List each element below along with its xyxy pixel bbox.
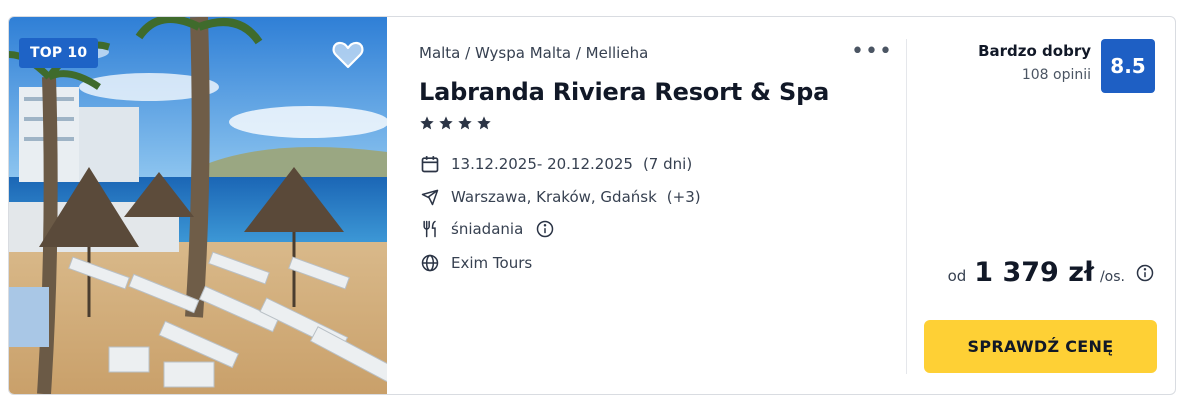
vertical-divider: [906, 39, 907, 374]
operator-row: Exim Tours: [419, 252, 532, 274]
price-amount: 1 379 zł: [974, 257, 1094, 288]
duration-text: (7 dni): [642, 155, 693, 173]
top-10-badge: TOP 10: [19, 38, 99, 68]
star-icon: [477, 116, 491, 130]
hotel-stars: [419, 115, 492, 131]
offer-card: TOP 10 Malta / Wyspa Malta / Mellieha ••…: [8, 16, 1176, 395]
departures-row: Warszawa, Kraków, Gdańsk (+3): [419, 186, 701, 208]
board-info-icon[interactable]: [535, 219, 555, 239]
departures-more[interactable]: (+3): [667, 188, 701, 206]
star-icon: [458, 116, 472, 130]
star-icon: [439, 116, 453, 130]
hotel-photo[interactable]: TOP 10: [9, 17, 387, 394]
dates-row: 13.12.2025- 20.12.2025 (7 dni): [419, 153, 692, 175]
offer-info: Malta / Wyspa Malta / Mellieha ••• Labra…: [419, 17, 892, 394]
departures-text: Warszawa, Kraków, Gdańsk: [451, 188, 657, 206]
board-text: śniadania: [451, 220, 524, 238]
hotel-title[interactable]: Labranda Riviera Resort & Spa: [419, 78, 829, 106]
favorite-heart-icon[interactable]: [330, 37, 366, 73]
price-prefix: od: [947, 267, 967, 285]
price-panel: Bardzo dobry 108 opinii 8.5 od 1 379 zł …: [923, 17, 1163, 394]
globe-icon: [419, 252, 441, 274]
operator-text: Exim Tours: [451, 254, 533, 272]
star-icon: [420, 116, 434, 130]
dates-text: 13.12.2025- 20.12.2025: [451, 155, 633, 173]
price-info-icon[interactable]: [1135, 263, 1155, 283]
location-breadcrumb[interactable]: Malta / Wyspa Malta / Mellieha: [419, 44, 648, 62]
cutlery-icon: [419, 218, 441, 240]
price-suffix: /os.: [1099, 269, 1125, 285]
more-dots-icon[interactable]: •••: [851, 41, 893, 63]
check-price-button[interactable]: SPRAWDŹ CENĘ: [924, 320, 1157, 373]
airplane-icon: [419, 186, 441, 208]
reviews-count[interactable]: 108 opinii: [1022, 67, 1091, 83]
board-row: śniadania: [419, 218, 555, 240]
rating-score-badge: 8.5: [1101, 39, 1155, 93]
rating-label: Bardzo dobry: [978, 42, 1091, 60]
price-row: od 1 379 zł /os.: [948, 257, 1155, 288]
calendar-icon: [419, 153, 441, 175]
beach-resort-image: [9, 17, 387, 394]
